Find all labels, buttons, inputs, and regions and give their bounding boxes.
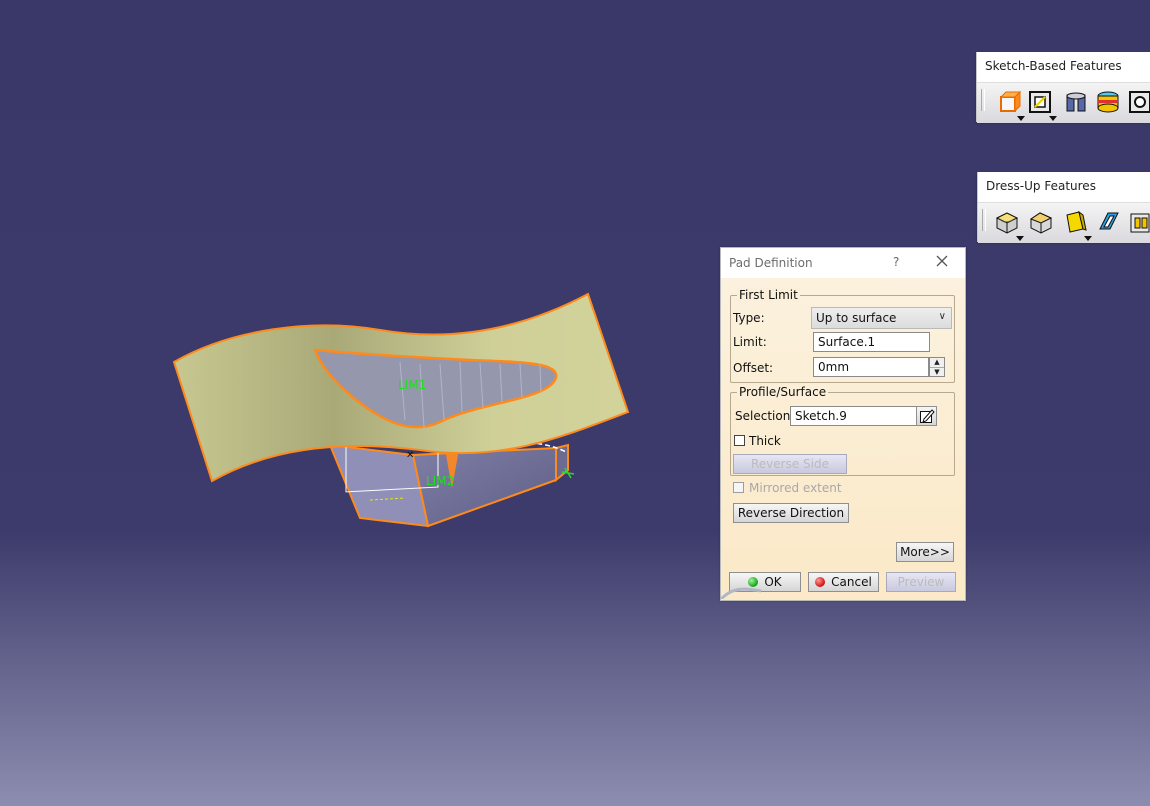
edge-fillet-icon[interactable]: [994, 209, 1024, 241]
selection-label: Selection:: [735, 409, 795, 423]
draft-icon[interactable]: [1062, 209, 1092, 241]
edit-sketch-button[interactable]: [916, 406, 937, 426]
offset-field[interactable]: 0mm: [813, 357, 929, 377]
pad-icon[interactable]: [995, 89, 1025, 121]
limit-label: Limit:: [733, 335, 767, 349]
thick-checkbox[interactable]: [734, 435, 745, 446]
offset-spinner[interactable]: ▲ ▼: [929, 357, 945, 377]
pencil-icon: [919, 409, 935, 423]
thick-label: Thick: [749, 434, 781, 448]
pad-definition-dialog[interactable]: Pad Definition ? First Limit Type: Up to…: [720, 247, 966, 601]
mirrored-extent-checkbox[interactable]: [733, 482, 744, 493]
spin-down-icon[interactable]: ▼: [930, 368, 944, 377]
selection-field[interactable]: Sketch.9: [790, 406, 917, 426]
profile-surface-legend: Profile/Surface: [737, 385, 829, 399]
type-value: Up to surface: [816, 311, 897, 325]
toolbar-row: [977, 82, 1150, 123]
spin-up-icon[interactable]: ▲: [930, 358, 944, 368]
cancel-button[interactable]: Cancel: [808, 572, 879, 592]
ok-icon: [748, 577, 759, 587]
cancel-icon: [815, 577, 826, 587]
dialog-title: Pad Definition: [729, 256, 813, 270]
toolbar-grip[interactable]: [982, 209, 986, 231]
offset-label: Offset:: [733, 361, 774, 375]
pocket-icon[interactable]: [1027, 89, 1057, 121]
type-dropdown[interactable]: Up to surface ∨: [811, 307, 952, 329]
chamfer-icon[interactable]: [1028, 209, 1054, 235]
limit-field[interactable]: Surface.1: [813, 332, 930, 352]
dialog-titlebar[interactable]: Pad Definition ?: [721, 248, 965, 278]
reverse-direction-button[interactable]: Reverse Direction: [733, 503, 849, 523]
type-label: Type:: [733, 311, 765, 325]
cancel-label: Cancel: [831, 575, 872, 589]
thickness-icon[interactable]: [1128, 209, 1150, 235]
svg-text:✕: ✕: [406, 450, 414, 461]
help-button[interactable]: ?: [893, 255, 899, 269]
dress-up-features-toolbar[interactable]: Dress-Up Features: [977, 172, 1150, 243]
toolbar-grip[interactable]: [981, 89, 985, 111]
shell-icon[interactable]: [1096, 209, 1122, 235]
lim1-label: LIM1: [398, 378, 426, 392]
toolbar-title: Sketch-Based Features: [985, 59, 1122, 73]
chevron-down-icon: ∨: [938, 311, 946, 322]
lim2-label: LIM2: [426, 474, 454, 488]
toolbar-title: Dress-Up Features: [986, 179, 1096, 193]
groove-icon[interactable]: [1095, 89, 1121, 115]
close-icon[interactable]: [933, 252, 951, 270]
hole-icon[interactable]: [1127, 89, 1150, 115]
toolbar-row: [978, 202, 1150, 243]
first-limit-legend: First Limit: [737, 288, 800, 302]
resize-corner-decoration: [721, 587, 762, 599]
shaft-icon[interactable]: [1063, 89, 1089, 115]
more-button[interactable]: More>>: [896, 542, 954, 562]
sketch-based-features-toolbar[interactable]: Sketch-Based Features: [976, 52, 1150, 123]
mirrored-extent-label: Mirrored extent: [749, 481, 842, 495]
reverse-side-button[interactable]: Reverse Side: [733, 454, 847, 474]
preview-button[interactable]: Preview: [886, 572, 956, 592]
